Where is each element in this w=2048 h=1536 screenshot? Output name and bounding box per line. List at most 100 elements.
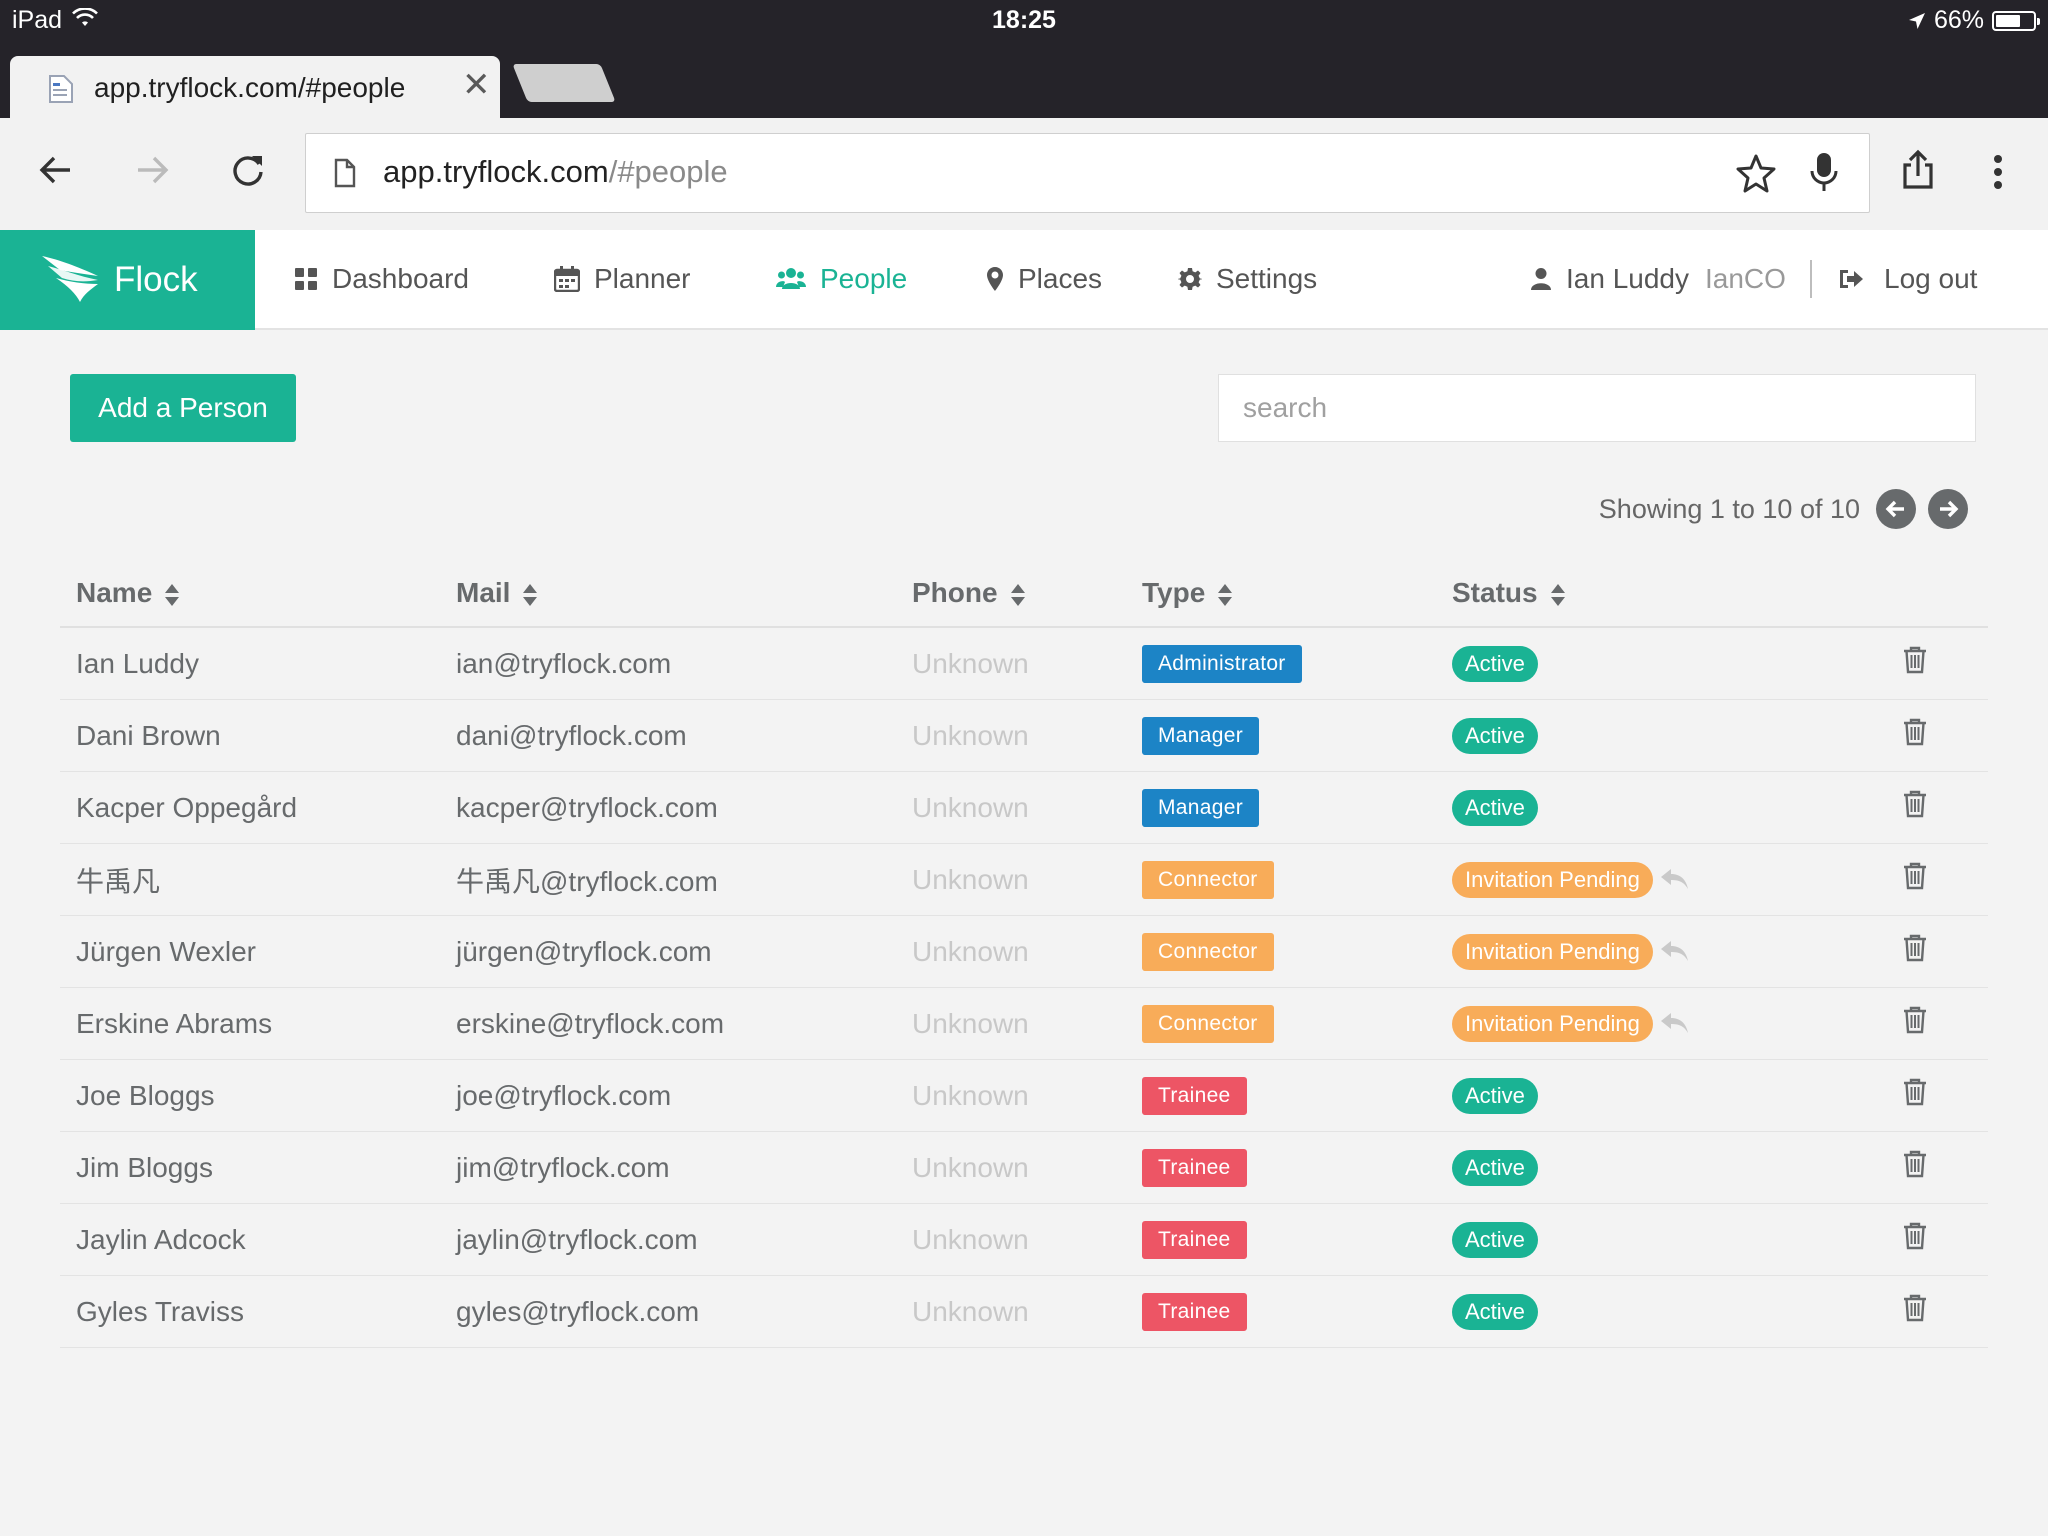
- person-name: 牛禹凡: [60, 843, 440, 916]
- person-phone: Unknown: [896, 987, 1126, 1060]
- column-header-phone[interactable]: Phone: [896, 560, 1126, 628]
- browser-tab-strip: app.tryflock.com/#people ✕: [0, 40, 2048, 118]
- app-navbar: Flock Dashboard Planner People Places Se…: [0, 230, 2048, 330]
- map-marker-icon: [986, 266, 1004, 292]
- trash-icon[interactable]: [1903, 1150, 1927, 1178]
- user-name: Ian Luddy: [1566, 263, 1689, 294]
- type-cell: Trainee: [1126, 1131, 1436, 1204]
- column-header-mail[interactable]: Mail: [440, 560, 896, 628]
- status-cell: Active: [1436, 699, 1826, 772]
- share-icon[interactable]: [1900, 148, 1936, 190]
- type-cell: Connector: [1126, 915, 1436, 988]
- delete-cell: [1826, 915, 1988, 988]
- back-arrow-icon[interactable]: [38, 152, 74, 188]
- url-text[interactable]: app.tryflock.com/#people: [383, 154, 728, 190]
- calendar-icon: [554, 266, 580, 292]
- type-cell: Trainee: [1126, 1275, 1436, 1348]
- browser-tab[interactable]: app.tryflock.com/#people ✕: [10, 56, 500, 118]
- logout-link[interactable]: Log out: [1838, 230, 1977, 328]
- battery-percent: 66%: [1933, 6, 1984, 34]
- trash-icon[interactable]: [1903, 934, 1927, 962]
- sort-icon: [1217, 583, 1233, 607]
- reload-icon[interactable]: [230, 152, 266, 188]
- column-header-status[interactable]: Status: [1436, 560, 1826, 628]
- table-row[interactable]: Erskine Abrams erskine@tryflock.com Unknow…: [60, 987, 1988, 1060]
- table-row[interactable]: Dani Brown dani@tryflock.com Unknown Manage…: [60, 699, 1988, 772]
- person-name: Kacper Oppegård: [60, 771, 440, 844]
- person-name: Joe Bloggs: [60, 1059, 440, 1132]
- trash-icon[interactable]: [1903, 862, 1927, 890]
- type-badge: Administrator: [1142, 644, 1302, 683]
- page-icon: [334, 158, 356, 188]
- status-cell: Invitation Pending: [1436, 843, 1826, 916]
- tab-close-icon[interactable]: ✕: [462, 68, 491, 102]
- trash-icon[interactable]: [1903, 718, 1927, 746]
- search-input[interactable]: [1218, 374, 1976, 442]
- user-menu[interactable]: Ian Luddy IanCO: [1530, 230, 1812, 328]
- status-badge: Invitation Pending: [1452, 861, 1653, 898]
- type-cell: Connector: [1126, 843, 1436, 916]
- trash-icon[interactable]: [1903, 1006, 1927, 1034]
- trash-icon[interactable]: [1903, 1078, 1927, 1106]
- logout-label: Log out: [1884, 263, 1978, 294]
- bookmark-star-icon[interactable]: [1736, 153, 1776, 193]
- gear-icon: [1178, 267, 1202, 291]
- person-mail: 牛禹凡@tryflock.com: [440, 843, 896, 916]
- nav-item-settings[interactable]: Settings: [1178, 230, 1317, 328]
- trash-icon[interactable]: [1903, 646, 1927, 674]
- person-name: Jaylin Adcock: [60, 1203, 440, 1276]
- nav-item-planner[interactable]: Planner: [554, 230, 691, 328]
- status-cell: Invitation Pending: [1436, 987, 1826, 1060]
- type-cell: Administrator: [1126, 627, 1436, 700]
- nav-label: Dashboard: [332, 263, 469, 294]
- nav-item-places[interactable]: Places: [986, 230, 1102, 328]
- resend-invite-icon[interactable]: [1659, 1011, 1689, 1035]
- url-host: app.tryflock.com: [383, 154, 609, 189]
- next-page-icon[interactable]: [1928, 489, 1968, 529]
- person-mail: ian@tryflock.com: [440, 627, 896, 700]
- type-badge: Trainee: [1142, 1076, 1247, 1115]
- table-row[interactable]: Gyles Traviss gyles@tryflock.com Unknown Tr…: [60, 1275, 1988, 1348]
- prev-page-icon[interactable]: [1876, 489, 1916, 529]
- nav-label: Settings: [1216, 263, 1318, 294]
- address-bar[interactable]: app.tryflock.com/#people: [305, 133, 1870, 213]
- delete-cell: [1826, 699, 1988, 772]
- table-row[interactable]: Jürgen Wexler jürgen@tryflock.com Unknown C…: [60, 915, 1988, 988]
- brand-name: Flock: [114, 260, 198, 299]
- person-phone: Unknown: [896, 1275, 1126, 1348]
- menu-dots-icon[interactable]: [1990, 154, 2006, 190]
- status-cell: Invitation Pending: [1436, 915, 1826, 988]
- add-person-button[interactable]: Add a Person: [70, 374, 296, 442]
- table-row[interactable]: Joe Bloggs joe@tryflock.com Unknown Trainee…: [60, 1059, 1988, 1132]
- url-path: /#people: [608, 154, 728, 189]
- table-row[interactable]: Ian Luddy ian@tryflock.com Unknown Administ…: [60, 627, 1988, 700]
- resend-invite-icon[interactable]: [1659, 867, 1689, 891]
- status-cell: Active: [1436, 771, 1826, 844]
- table-row[interactable]: Kacper Oppegård kacper@tryflock.com Unknow…: [60, 771, 1988, 844]
- trash-icon[interactable]: [1903, 1222, 1927, 1250]
- person-name: Jim Bloggs: [60, 1131, 440, 1204]
- person-mail: joe@tryflock.com: [440, 1059, 896, 1132]
- person-mail: jaylin@tryflock.com: [440, 1203, 896, 1276]
- brand-logo-link[interactable]: Flock: [0, 230, 255, 330]
- delete-cell: [1826, 627, 1988, 700]
- table-row[interactable]: 牛禹凡 牛禹凡@tryflock.com Unknown Connector Invit…: [60, 843, 1988, 916]
- nav-item-dashboard[interactable]: Dashboard: [294, 230, 469, 328]
- new-tab-button[interactable]: [512, 64, 616, 102]
- table-row[interactable]: Jaylin Adcock jaylin@tryflock.com Unknown T…: [60, 1203, 1988, 1276]
- nav-item-people[interactable]: People: [776, 230, 907, 328]
- delete-cell: [1826, 843, 1988, 916]
- microphone-icon[interactable]: [1809, 151, 1839, 195]
- sort-icon: [1550, 583, 1566, 607]
- column-header-name[interactable]: Name: [60, 560, 440, 628]
- forward-arrow-icon[interactable]: [134, 152, 170, 188]
- trash-icon[interactable]: [1903, 1294, 1927, 1322]
- ios-status-bar: iPad 18:25 66%: [0, 0, 2048, 40]
- table-row[interactable]: Jim Bloggs jim@tryflock.com Unknown Trainee…: [60, 1131, 1988, 1204]
- status-badge: Active: [1452, 717, 1538, 754]
- users-icon: [776, 267, 806, 291]
- resend-invite-icon[interactable]: [1659, 939, 1689, 963]
- person-phone: Unknown: [896, 915, 1126, 988]
- column-header-type[interactable]: Type: [1126, 560, 1436, 628]
- trash-icon[interactable]: [1903, 790, 1927, 818]
